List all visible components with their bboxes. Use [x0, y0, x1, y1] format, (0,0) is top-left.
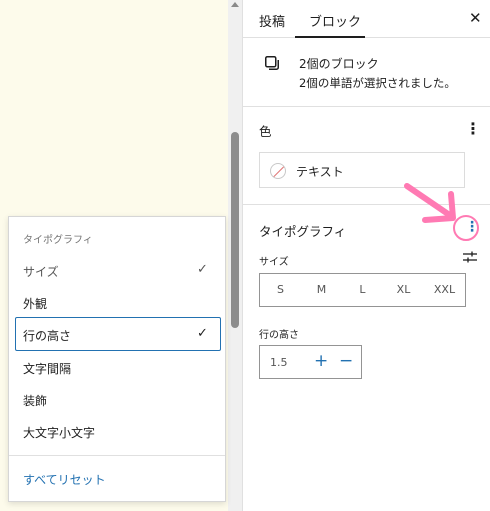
block-card: 2個のブロック 2個の単語が選択されました。: [243, 39, 490, 107]
color-panel-title: 色: [259, 124, 272, 139]
menu-item-appearance[interactable]: 外観: [23, 295, 47, 312]
close-icon[interactable]: ✕: [469, 9, 482, 27]
font-size-label: サイズ: [259, 257, 289, 268]
reset-all-button[interactable]: すべてリセット: [23, 471, 106, 488]
font-size-option-l[interactable]: L: [342, 274, 383, 306]
menu-header: タイポグラフィ: [23, 235, 93, 246]
canvas-scrollbar-thumb[interactable]: [231, 132, 239, 328]
scroll-up-arrow-icon[interactable]: [231, 2, 239, 7]
tab-post[interactable]: 投稿: [259, 11, 285, 30]
block-card-description: 2個の単語が選択されました。: [299, 76, 456, 90]
line-height-label: 行の高さ: [259, 330, 299, 341]
font-size-option-s[interactable]: S: [260, 274, 301, 306]
typography-panel: タイポグラフィ ⋮ サイズ S M L XL XXL 行の高さ 1.5 + −: [243, 205, 490, 395]
typography-panel-title: タイポグラフィ: [259, 224, 347, 239]
font-size-option-xxl[interactable]: XXL: [424, 274, 465, 306]
typography-options-menu: タイポグラフィ サイズ ✓ 外観 行の高さ ✓ 文字間隔 装飾 大文字小文字 す…: [8, 216, 226, 502]
settings-sidebar: 投稿 ブロック ✕ 2個のブロック 2個の単語が選択されました。 色 ⋮ テキス…: [242, 0, 490, 511]
typography-options-icon[interactable]: ⋮: [465, 219, 479, 235]
font-size-option-xl[interactable]: XL: [383, 274, 424, 306]
size-settings-icon[interactable]: [463, 251, 477, 266]
color-text-label: テキスト: [296, 165, 344, 179]
check-icon: ✓: [197, 326, 208, 341]
tab-block[interactable]: ブロック: [309, 11, 361, 30]
menu-item-size[interactable]: サイズ: [23, 263, 59, 280]
menu-divider: [9, 455, 225, 456]
font-size-picker: S M L XL XXL: [259, 273, 466, 307]
line-height-value[interactable]: 1.5: [270, 356, 288, 369]
color-options-icon[interactable]: ⋮: [465, 121, 481, 137]
sidebar-tabs: 投稿 ブロック ✕: [243, 0, 490, 38]
blocks-icon: [265, 56, 279, 70]
active-tab-indicator: [295, 36, 365, 38]
block-card-title: 2個のブロック: [299, 57, 379, 71]
check-icon: ✓: [197, 262, 208, 277]
menu-item-decoration[interactable]: 装飾: [23, 392, 47, 409]
menu-item-letter-spacing[interactable]: 文字間隔: [23, 360, 71, 377]
menu-item-line-height[interactable]: 行の高さ: [23, 327, 71, 344]
increment-icon[interactable]: +: [314, 351, 328, 371]
line-height-input[interactable]: 1.5 + −: [259, 345, 362, 379]
decrement-icon[interactable]: −: [339, 351, 353, 371]
annotation-arrow-icon: [404, 183, 456, 223]
menu-item-letter-case[interactable]: 大文字小文字: [23, 424, 95, 441]
font-size-option-m[interactable]: M: [301, 274, 342, 306]
color-swatch-icon: [270, 163, 286, 179]
